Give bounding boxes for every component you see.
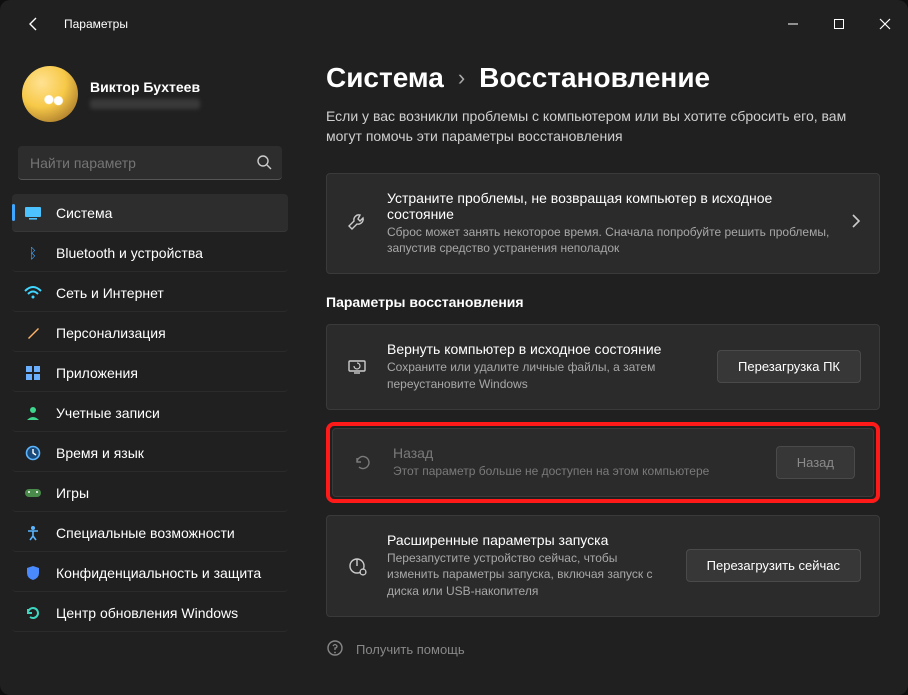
- bluetooth-icon: ᛒ: [24, 244, 42, 262]
- troubleshoot-desc: Сброс может занять некоторое время. Снач…: [387, 224, 833, 258]
- window-controls: [770, 4, 908, 44]
- sidebar-item-label: Конфиденциальность и защита: [56, 565, 261, 581]
- go-back-card: Назад Этот параметр больше не доступен н…: [332, 428, 874, 497]
- search-icon: [256, 154, 272, 175]
- page-title: Восстановление: [479, 62, 710, 94]
- history-icon: [351, 451, 375, 473]
- sidebar-item-label: Приложения: [56, 365, 138, 381]
- advanced-startup-desc: Перезапустите устройство сейчас, чтобы и…: [387, 550, 668, 600]
- get-help-label: Получить помощь: [356, 642, 465, 657]
- page-subtitle: Если у вас возникли проблемы с компьютер…: [326, 106, 866, 147]
- settings-window: Параметры Виктор Бухтеев С: [0, 0, 908, 695]
- apps-icon: [24, 364, 42, 382]
- sidebar-item-label: Bluetooth и устройства: [56, 245, 203, 261]
- sidebar-item-label: Игры: [56, 485, 89, 501]
- chevron-right-icon: [851, 214, 861, 233]
- sidebar-item-accessibility[interactable]: Специальные возможности: [12, 514, 288, 552]
- brush-icon: [24, 324, 42, 342]
- sidebar-item-network[interactable]: Сеть и Интернет: [12, 274, 288, 312]
- app-title: Параметры: [64, 17, 128, 31]
- titlebar: Параметры: [0, 0, 908, 48]
- go-back-title: Назад: [393, 445, 758, 461]
- reset-pc-card: Вернуть компьютер в исходное состояние С…: [326, 324, 880, 410]
- recovery-options-header: Параметры восстановления: [326, 294, 880, 310]
- search-input[interactable]: [18, 146, 282, 180]
- advanced-startup-title: Расширенные параметры запуска: [387, 532, 668, 548]
- sidebar-item-label: Центр обновления Windows: [56, 605, 238, 621]
- maximize-button[interactable]: [816, 4, 862, 44]
- content: Система › Восстановление Если у вас возн…: [300, 48, 908, 695]
- gamepad-icon: [24, 484, 42, 502]
- reset-pc-desc: Сохраните или удалите личные файлы, а за…: [387, 359, 699, 393]
- sidebar-item-privacy[interactable]: Конфиденциальность и защита: [12, 554, 288, 592]
- reset-icon: [345, 356, 369, 378]
- sidebar-item-personalization[interactable]: Персонализация: [12, 314, 288, 352]
- reset-pc-button[interactable]: Перезагрузка ПК: [717, 350, 861, 383]
- sidebar-item-time-language[interactable]: Время и язык: [12, 434, 288, 472]
- wrench-icon: [345, 212, 369, 234]
- back-button[interactable]: [20, 10, 48, 38]
- breadcrumb-root[interactable]: Система: [326, 62, 444, 94]
- profile-email-blurred: [90, 99, 200, 109]
- sidebar-item-system[interactable]: Система: [12, 194, 288, 232]
- clock-icon: [24, 444, 42, 462]
- sidebar-item-label: Учетные записи: [56, 405, 160, 421]
- sidebar-item-label: Персонализация: [56, 325, 166, 341]
- sidebar-item-label: Сеть и Интернет: [56, 285, 164, 301]
- nav: Система ᛒ Bluetooth и устройства Сеть и …: [12, 194, 288, 632]
- restart-now-button[interactable]: Перезагрузить сейчас: [686, 549, 861, 582]
- update-icon: [24, 604, 42, 622]
- sidebar-item-windows-update[interactable]: Центр обновления Windows: [12, 594, 288, 632]
- person-icon: [24, 404, 42, 422]
- reset-pc-title: Вернуть компьютер в исходное состояние: [387, 341, 699, 357]
- highlight-goback: Назад Этот параметр больше не доступен н…: [326, 422, 880, 503]
- avatar: [22, 66, 78, 122]
- sidebar-item-label: Система: [56, 205, 112, 221]
- troubleshoot-title: Устраните проблемы, не возвращая компьют…: [387, 190, 833, 222]
- troubleshoot-card[interactable]: Устраните проблемы, не возвращая компьют…: [326, 173, 880, 275]
- sidebar-item-bluetooth[interactable]: ᛒ Bluetooth и устройства: [12, 234, 288, 272]
- sidebar-item-label: Время и язык: [56, 445, 144, 461]
- profile[interactable]: Виктор Бухтеев: [12, 48, 288, 142]
- go-back-desc: Этот параметр больше не доступен на этом…: [393, 463, 758, 480]
- power-settings-icon: [345, 555, 369, 577]
- wifi-icon: [24, 284, 42, 302]
- go-back-button[interactable]: Назад: [776, 446, 855, 479]
- minimize-button[interactable]: [770, 4, 816, 44]
- profile-name: Виктор Бухтеев: [90, 79, 200, 95]
- sidebar: Виктор Бухтеев Система ᛒ Bluetooth и уст…: [0, 48, 300, 695]
- sidebar-item-label: Специальные возможности: [56, 525, 235, 541]
- display-icon: [24, 204, 42, 222]
- chevron-right-icon: ›: [458, 65, 465, 91]
- help-icon: [326, 639, 344, 660]
- get-help-link[interactable]: Получить помощь: [326, 639, 880, 670]
- shield-icon: [24, 564, 42, 582]
- breadcrumb: Система › Восстановление: [326, 62, 880, 94]
- advanced-startup-card: Расширенные параметры запуска Перезапуст…: [326, 515, 880, 617]
- sidebar-item-accounts[interactable]: Учетные записи: [12, 394, 288, 432]
- accessibility-icon: [24, 524, 42, 542]
- search-box[interactable]: [18, 146, 282, 180]
- close-button[interactable]: [862, 4, 908, 44]
- sidebar-item-apps[interactable]: Приложения: [12, 354, 288, 392]
- sidebar-item-gaming[interactable]: Игры: [12, 474, 288, 512]
